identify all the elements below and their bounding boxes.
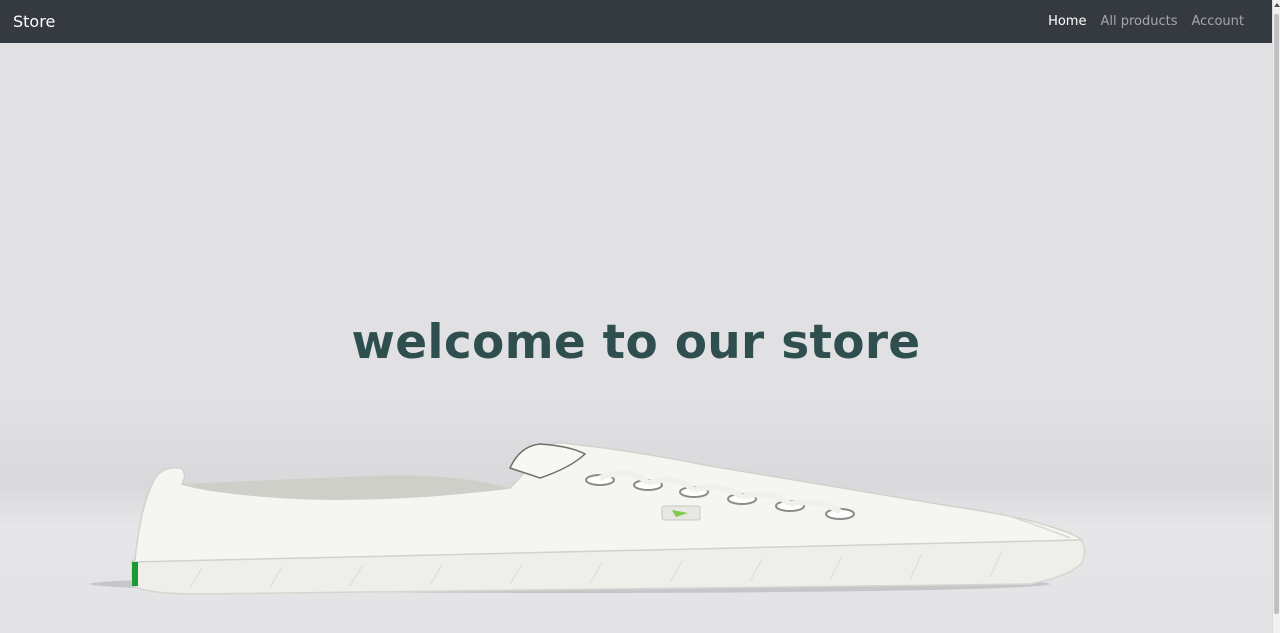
brand-link[interactable]: Store <box>13 12 55 31</box>
top-navbar: Store Home All products Account <box>0 0 1272 43</box>
hero-banner: welcome to our store <box>0 43 1272 633</box>
page-scrollbar[interactable] <box>1272 0 1280 633</box>
scroll-thumb[interactable] <box>1274 14 1279 614</box>
nav-link-all-products[interactable]: All products <box>1100 14 1177 29</box>
nav-link-home[interactable]: Home <box>1048 14 1086 29</box>
nav-links: Home All products Account <box>1048 14 1244 29</box>
scroll-up-arrow-icon[interactable] <box>1274 3 1280 7</box>
nav-link-account[interactable]: Account <box>1192 14 1245 29</box>
sneaker-image <box>90 442 1086 595</box>
hero-title: welcome to our store <box>351 315 921 370</box>
heel-tab <box>132 562 138 586</box>
